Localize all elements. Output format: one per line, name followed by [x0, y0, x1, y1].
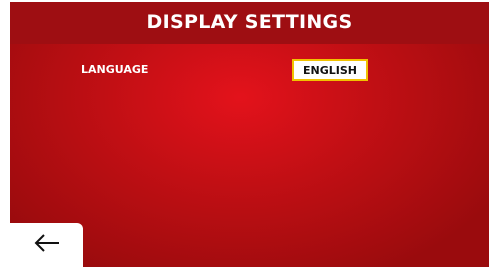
language-label: LANGUAGE	[81, 63, 149, 76]
language-select-button[interactable]: ENGLISH	[292, 59, 368, 81]
arrow-left-icon	[34, 233, 60, 257]
language-value: ENGLISH	[303, 63, 357, 77]
page-title: DISPLAY SETTINGS	[146, 11, 353, 33]
back-button[interactable]	[10, 223, 83, 267]
title-bar: DISPLAY SETTINGS	[10, 2, 489, 44]
display-settings-screen: DISPLAY SETTINGS LANGUAGE ENGLISH	[10, 2, 489, 267]
